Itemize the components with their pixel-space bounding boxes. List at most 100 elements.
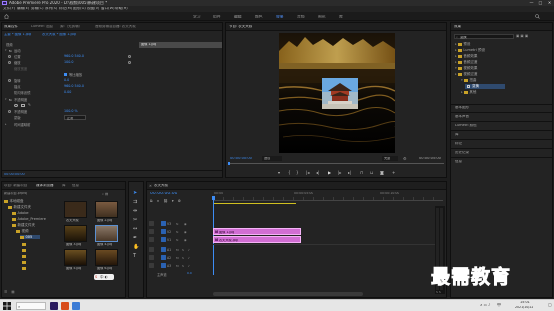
tab-sequence[interactable]: 农夫大叔 — [154, 184, 168, 188]
anti-flicker-value[interactable]: 0.00 — [64, 90, 71, 94]
add-marker-icon[interactable]: ▾ — [172, 199, 174, 203]
tray-icons[interactable]: ∧ ▭ ♪ — [480, 303, 490, 307]
step-back-icon[interactable]: ◂| — [316, 170, 319, 175]
zoom-fit-select[interactable]: 适合 — [262, 156, 282, 161]
tab-libraries[interactable]: 库 — [62, 184, 66, 188]
keyframe-toggle-icon[interactable] — [128, 54, 131, 58]
go-to-in-icon[interactable]: |◂ — [306, 170, 309, 175]
menu-help[interactable]: 帮助(H) — [115, 7, 128, 11]
section-essential-sound[interactable]: 基本声音 — [455, 115, 469, 119]
export-frame-icon[interactable]: ◙ — [380, 170, 384, 175]
opacity-value[interactable]: 100.0 % — [64, 109, 78, 113]
folder-tree-item[interactable]: 新建文件夹 — [12, 223, 35, 228]
effects-tree-item[interactable]: ▸ 音频过渡 — [455, 60, 477, 65]
lock-toggle-icon[interactable] — [149, 229, 154, 234]
workspace-libraries[interactable]: 库 — [339, 15, 343, 19]
eye-icon[interactable]: ◉ — [184, 222, 187, 226]
folder-tree-item[interactable]: 视频 — [16, 229, 29, 234]
solo-button[interactable]: S S — [436, 290, 441, 294]
effects-tree-item[interactable]: ▸ Lumetri 预设 — [455, 48, 485, 53]
razor-tool-icon[interactable]: ✂ — [133, 217, 137, 223]
extract-icon[interactable]: ⊔ — [370, 170, 373, 175]
menu-marker[interactable]: 标记(M) — [59, 7, 72, 11]
folder-tree-item-selected[interactable]: 005 — [20, 235, 40, 239]
workspace-learn[interactable]: 学习 — [193, 15, 201, 19]
effects-tree-item[interactable]: ▾ 扭曲 — [461, 78, 476, 83]
workspace-audio[interactable]: 音频 — [297, 15, 305, 19]
mute-button[interactable]: M — [176, 248, 179, 252]
menu-window[interactable]: 窗口(W) — [101, 7, 115, 11]
twirl-down-icon[interactable]: ▾ — [5, 97, 7, 101]
selection-tool-icon[interactable]: ➤ — [133, 190, 137, 196]
type-tool-icon[interactable]: T — [133, 253, 136, 259]
notification-icon[interactable]: ▢ — [548, 302, 552, 307]
sync-lock-icon[interactable]: ⇆ — [176, 222, 179, 226]
mark-out-icon[interactable]: } — [296, 170, 299, 175]
time-ruler[interactable] — [213, 197, 443, 201]
menu-file[interactable]: 文件(F) — [3, 7, 15, 11]
close-tab-icon[interactable]: ✕ — [149, 184, 152, 188]
timeline-settings-icon[interactable]: ⚙ — [178, 199, 181, 203]
stopwatch-icon[interactable] — [8, 54, 11, 58]
effects-tree-item-selected[interactable]: 变换 — [465, 84, 505, 89]
blend-mode-select[interactable]: 正常 — [64, 115, 86, 120]
overlay-clip-image[interactable] — [322, 78, 358, 109]
solo-button[interactable]: S — [182, 256, 184, 260]
thumbnail-item[interactable] — [64, 249, 87, 266]
section-motion[interactable]: ▾ fx 运动 — [4, 48, 134, 53]
stopwatch-icon[interactable] — [8, 60, 11, 64]
effect-controls-timecode[interactable]: 00:00:00:00 — [4, 173, 25, 176]
effects-tree-item[interactable]: ▸ 预设 — [455, 42, 470, 47]
eye-icon[interactable]: ◉ — [184, 238, 187, 242]
go-to-out-icon[interactable]: ▸| — [348, 170, 351, 175]
master-volume-value[interactable]: 0.0 — [187, 272, 192, 275]
tab-audio-clip-mixer[interactable]: 音频剪辑混合器: 农夫大叔 — [95, 25, 136, 29]
icon-view-icon[interactable]: ▦ — [11, 290, 14, 294]
effects-tree-item[interactable]: ▸ 其他 — [461, 90, 476, 95]
menu-sequence[interactable]: 序列(S) — [45, 7, 57, 11]
add-button-icon[interactable]: + — [392, 170, 395, 175]
insert-sequence-icon[interactable]: ⧉ — [150, 199, 153, 203]
section-essential-graphics[interactable]: 基本图形 — [455, 106, 469, 110]
windows-start-icon[interactable] — [3, 302, 11, 310]
clock-date[interactable]: 2021/10/22 — [515, 306, 533, 309]
microphone-icon[interactable]: ♪ — [188, 256, 190, 260]
section-markers[interactable]: 标记 — [455, 142, 462, 146]
keyframe-toggle-icon[interactable] — [128, 60, 131, 64]
rotation-value[interactable]: 0.0 — [64, 78, 69, 82]
timeline-clip-v1[interactable]: fx 农夫大叔.jpg — [213, 236, 301, 243]
ellipse-mask-icon[interactable] — [14, 103, 18, 107]
thumbnail-item[interactable] — [64, 201, 87, 218]
ripple-edit-tool-icon[interactable]: ⇹ — [133, 208, 137, 214]
uniform-scale-checkbox[interactable] — [64, 72, 67, 76]
source-patch-button[interactable] — [161, 255, 166, 260]
solo-button[interactable]: S — [182, 264, 184, 268]
app-taskbar-icon[interactable] — [61, 302, 69, 310]
app-taskbar-icon[interactable] — [72, 302, 80, 310]
solo-button[interactable]: S — [182, 248, 184, 252]
tab-program[interactable]: 节目: 农夫大叔 — [229, 25, 252, 29]
scale-value[interactable]: 100.0 — [64, 60, 73, 64]
source-patch-button[interactable] — [161, 263, 166, 268]
menu-edit[interactable]: 编辑(E) — [17, 7, 29, 11]
timeline-timecode[interactable]: 00:00:00:00 — [150, 192, 177, 197]
lock-toggle-icon[interactable] — [149, 263, 154, 268]
source-clip-header[interactable]: 主要 * 图像 1.jpg — [4, 33, 31, 36]
source-patch-button[interactable] — [161, 237, 166, 242]
section-time-remap[interactable]: ▸ 时间重映射 — [4, 122, 134, 127]
tab-media-browser[interactable]: 媒体浏览器 — [36, 184, 54, 188]
section-libraries[interactable]: 库 — [455, 133, 459, 137]
thumbnail-item[interactable] — [95, 249, 118, 266]
menu-view[interactable]: 视图(V) — [87, 7, 99, 11]
folder-tree-item[interactable]: 新建文件夹 — [8, 205, 31, 210]
sync-lock-icon[interactable]: ⇆ — [176, 238, 179, 242]
clock-time[interactable]: 15:01 — [520, 301, 530, 304]
search-box[interactable]: ⌕ — [16, 302, 46, 310]
settings-wrench-icon[interactable]: ⚙ — [403, 156, 407, 161]
rectangle-mask-icon[interactable] — [21, 103, 25, 107]
section-opacity[interactable]: ▾ fx 不透明度 — [4, 97, 134, 102]
ime-toolbar[interactable]: S 中 ◐ — [94, 274, 114, 280]
program-video-frame[interactable] — [279, 33, 395, 153]
sequence-clip-header[interactable]: 农夫大叔 * 图像 1.jpg — [42, 33, 76, 36]
slip-tool-icon[interactable]: ↔ — [133, 226, 137, 232]
